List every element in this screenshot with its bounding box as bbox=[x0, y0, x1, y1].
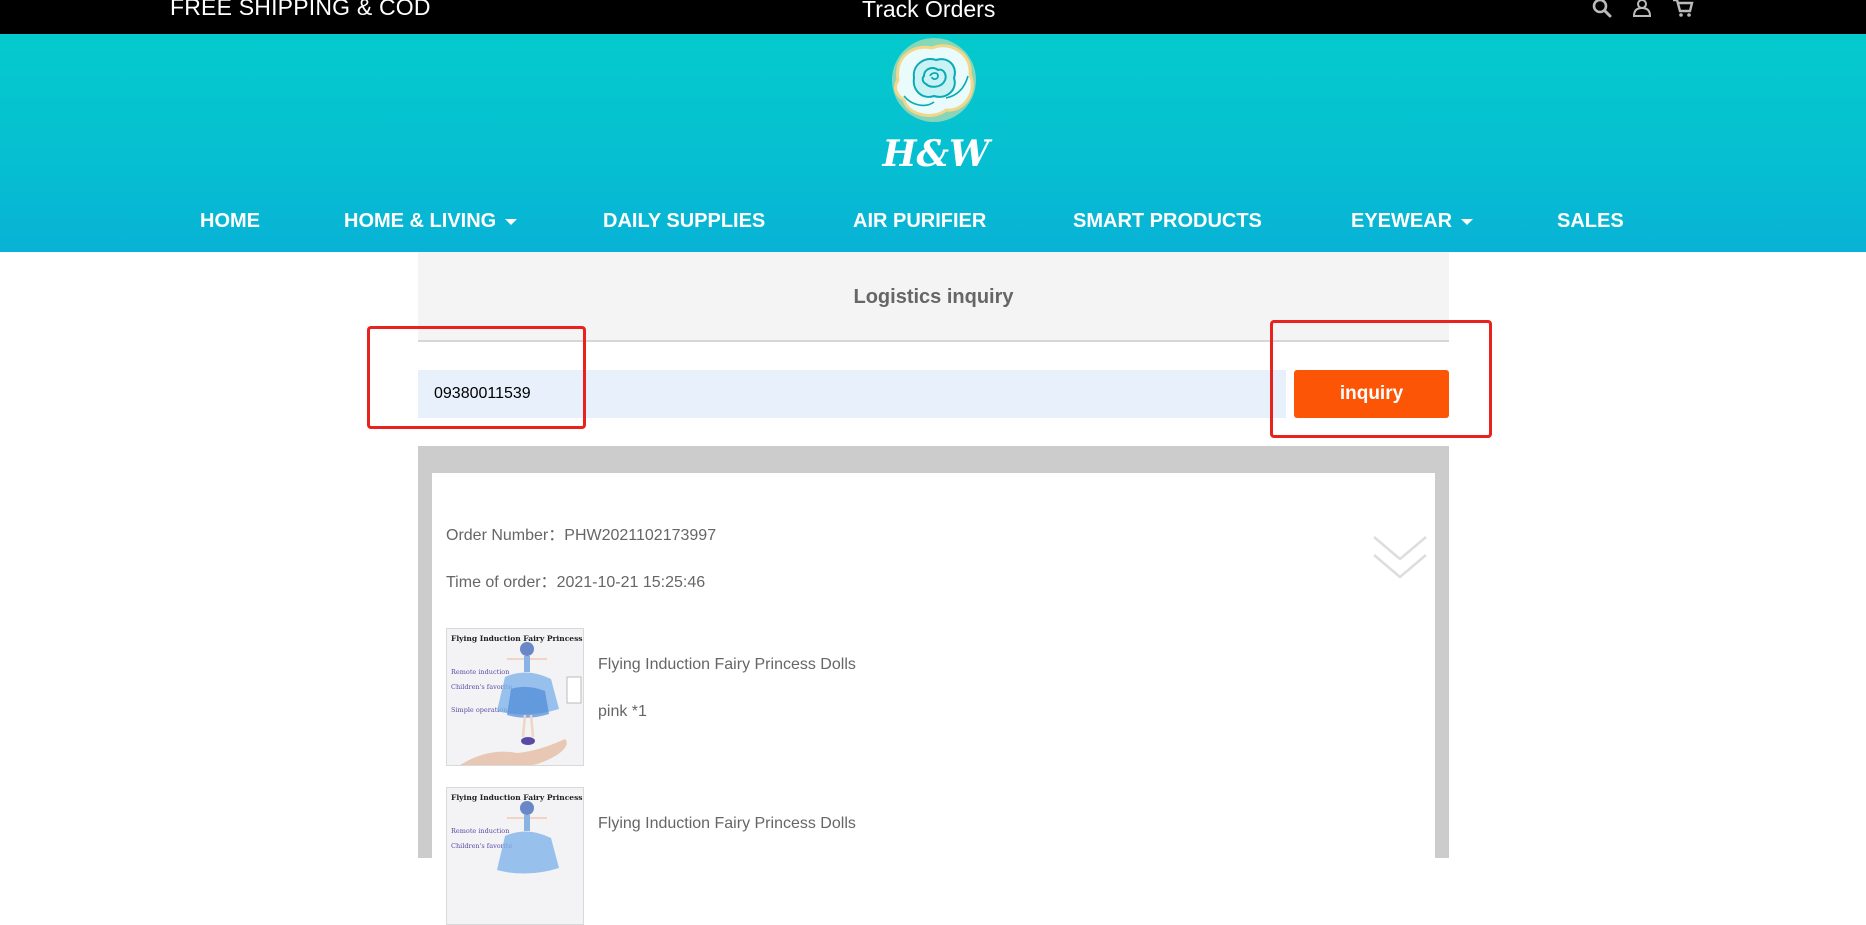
order-number-row: Order Number：PHW2021102173997 bbox=[446, 521, 716, 545]
nav-eyewear[interactable]: EYEWEAR bbox=[1351, 206, 1474, 236]
svg-text:Flying Induction Fairy Princes: Flying Induction Fairy Princess Dolls bbox=[451, 634, 584, 643]
order-number-value: PHW2021102173997 bbox=[564, 527, 717, 544]
inquiry-button[interactable]: inquiry bbox=[1294, 370, 1449, 418]
order-time-value: 2021-10-21 15:25:46 bbox=[556, 574, 706, 591]
inquiry-panel-header: Logistics inquiry bbox=[418, 252, 1449, 342]
promo-text: FREE SHIPPING & COD bbox=[170, 0, 431, 20]
nav-daily-supplies-label: DAILY SUPPLIES bbox=[603, 210, 766, 232]
expand-chevron-icon[interactable] bbox=[1372, 533, 1428, 583]
brand-logo[interactable]: H&W bbox=[868, 36, 1004, 176]
user-icon[interactable] bbox=[1632, 0, 1652, 18]
nav-air-purifier-label: AIR PURIFIER bbox=[853, 210, 987, 232]
nav-sales-label: SALES bbox=[1557, 210, 1624, 232]
order-card: Order Number：PHW2021102173997 Time of or… bbox=[432, 473, 1435, 925]
top-bar: FREE SHIPPING & COD Track Orders bbox=[0, 0, 1866, 34]
thumb-line-1: Remote induction bbox=[451, 827, 509, 835]
page-title: Logistics inquiry bbox=[853, 286, 1014, 308]
order-time-row: Time of order：2021-10-21 15:25:46 bbox=[446, 568, 705, 592]
thumb-title: Flying Induction Fairy Princess Dolls bbox=[451, 793, 584, 802]
rose-icon bbox=[892, 38, 976, 122]
nav-home-living-label: HOME & LIVING bbox=[344, 210, 497, 232]
chevron-down-icon bbox=[505, 219, 518, 225]
nav-smart-products-label: SMART PRODUCTS bbox=[1073, 210, 1262, 232]
nav-home[interactable]: HOME bbox=[200, 206, 260, 236]
nav-home-living[interactable]: HOME & LIVING bbox=[344, 206, 518, 236]
order-number-label: Order Number： bbox=[446, 527, 565, 544]
header-icons bbox=[1592, 0, 1694, 18]
results-panel: Order Number：PHW2021102173997 Time of or… bbox=[418, 446, 1449, 925]
tracking-number-input[interactable] bbox=[418, 370, 1286, 418]
product-variant: pink *1 bbox=[598, 703, 647, 720]
track-orders-link[interactable]: Track Orders bbox=[862, 0, 995, 21]
nav-daily-supplies[interactable]: DAILY SUPPLIES bbox=[603, 206, 765, 236]
svg-text:Flying Induction Fairy Princes: Flying Induction Fairy Princess Dolls bbox=[451, 793, 584, 802]
product-name: Flying Induction Fairy Princess Dolls bbox=[598, 815, 856, 832]
nav-home-label: HOME bbox=[200, 210, 260, 232]
site-header: H&W HOME HOME & LIVING DAILY SUPPLIES AI… bbox=[0, 34, 1866, 252]
product-thumbnail[interactable]: Flying Induction Fairy Princess Dolls Re… bbox=[446, 628, 584, 766]
nav-eyewear-label: EYEWEAR bbox=[1351, 210, 1453, 232]
thumb-line-1: Remote induction bbox=[451, 668, 509, 676]
order-time-label: Time of order： bbox=[446, 574, 557, 591]
order-item: Flying Induction Fairy Princess Dolls Re… bbox=[446, 628, 1046, 766]
main-nav: HOME HOME & LIVING DAILY SUPPLIES AIR PU… bbox=[0, 206, 1866, 236]
logo-text: H&W bbox=[882, 133, 994, 175]
cart-icon[interactable] bbox=[1672, 0, 1694, 18]
chevron-down-icon bbox=[1461, 219, 1474, 225]
nav-air-purifier[interactable]: AIR PURIFIER bbox=[853, 206, 986, 236]
thumb-title: Flying Induction Fairy Princess Dolls bbox=[451, 634, 584, 643]
product-thumbnail[interactable]: Flying Induction Fairy Princess Dolls Re… bbox=[446, 787, 584, 925]
order-item: Flying Induction Fairy Princess Dolls Re… bbox=[446, 787, 1046, 925]
nav-smart-products[interactable]: SMART PRODUCTS bbox=[1073, 206, 1262, 236]
nav-sales[interactable]: SALES bbox=[1557, 206, 1624, 236]
product-name: Flying Induction Fairy Princess Dolls bbox=[598, 656, 856, 673]
search-icon[interactable] bbox=[1592, 0, 1612, 18]
